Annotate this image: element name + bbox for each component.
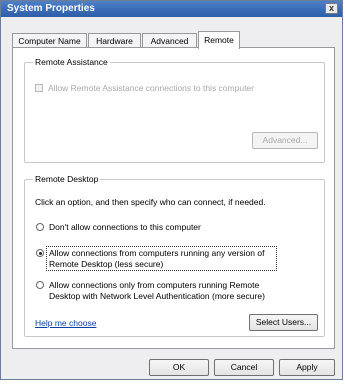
window-title: System Properties: [7, 3, 95, 14]
radio-allow-nla-only-label-line1[interactable]: Allow connections only from computers ru…: [49, 280, 259, 290]
cancel-button[interactable]: Cancel: [214, 359, 274, 376]
allow-remote-assistance-label: Allow Remote Assistance connections to t…: [48, 83, 254, 93]
radio-allow-any-version[interactable]: [36, 249, 44, 257]
title-bar[interactable]: System Properties x: [1, 1, 342, 17]
remote-assistance-group: Remote Assistance Allow Remote Assistanc…: [24, 57, 325, 163]
remote-assistance-title: Remote Assistance: [33, 57, 110, 68]
radio-allow-nla-only[interactable]: [36, 281, 44, 289]
tab-remote[interactable]: Remote: [198, 31, 240, 49]
remote-desktop-group: Remote Desktop Click an option, and then…: [24, 174, 325, 337]
remote-desktop-title: Remote Desktop: [33, 174, 101, 185]
advanced-button[interactable]: Advanced...: [252, 132, 318, 149]
close-icon: x: [328, 3, 334, 13]
tab-computer-name[interactable]: Computer Name: [12, 33, 87, 48]
remote-tab-panel: Remote Assistance Allow Remote Assistanc…: [12, 47, 335, 349]
radio-allow-nla-only-label-line2[interactable]: Desktop with Network Level Authenticatio…: [49, 291, 265, 301]
remote-desktop-instruction: Click an option, and then specify who ca…: [35, 197, 266, 207]
apply-button[interactable]: Apply: [279, 359, 335, 376]
ok-button[interactable]: OK: [149, 359, 209, 376]
allow-remote-assistance-checkbox[interactable]: [35, 84, 43, 92]
radio-allow-any-version-label-line2[interactable]: Remote Desktop (less secure): [49, 259, 163, 269]
tab-hardware[interactable]: Hardware: [88, 33, 141, 48]
select-users-button[interactable]: Select Users...: [249, 314, 318, 331]
radio-dont-allow-label[interactable]: Don't allow connections to this computer: [49, 222, 201, 232]
radio-dont-allow[interactable]: [36, 223, 44, 231]
radio-allow-any-version-label-line1[interactable]: Allow connections from computers running…: [49, 248, 264, 258]
close-button[interactable]: x: [325, 3, 338, 14]
tab-advanced[interactable]: Advanced: [142, 33, 197, 48]
help-me-choose-link[interactable]: Help me choose: [35, 318, 96, 328]
system-properties-window: System Properties x Computer Name Hardwa…: [0, 0, 343, 380]
